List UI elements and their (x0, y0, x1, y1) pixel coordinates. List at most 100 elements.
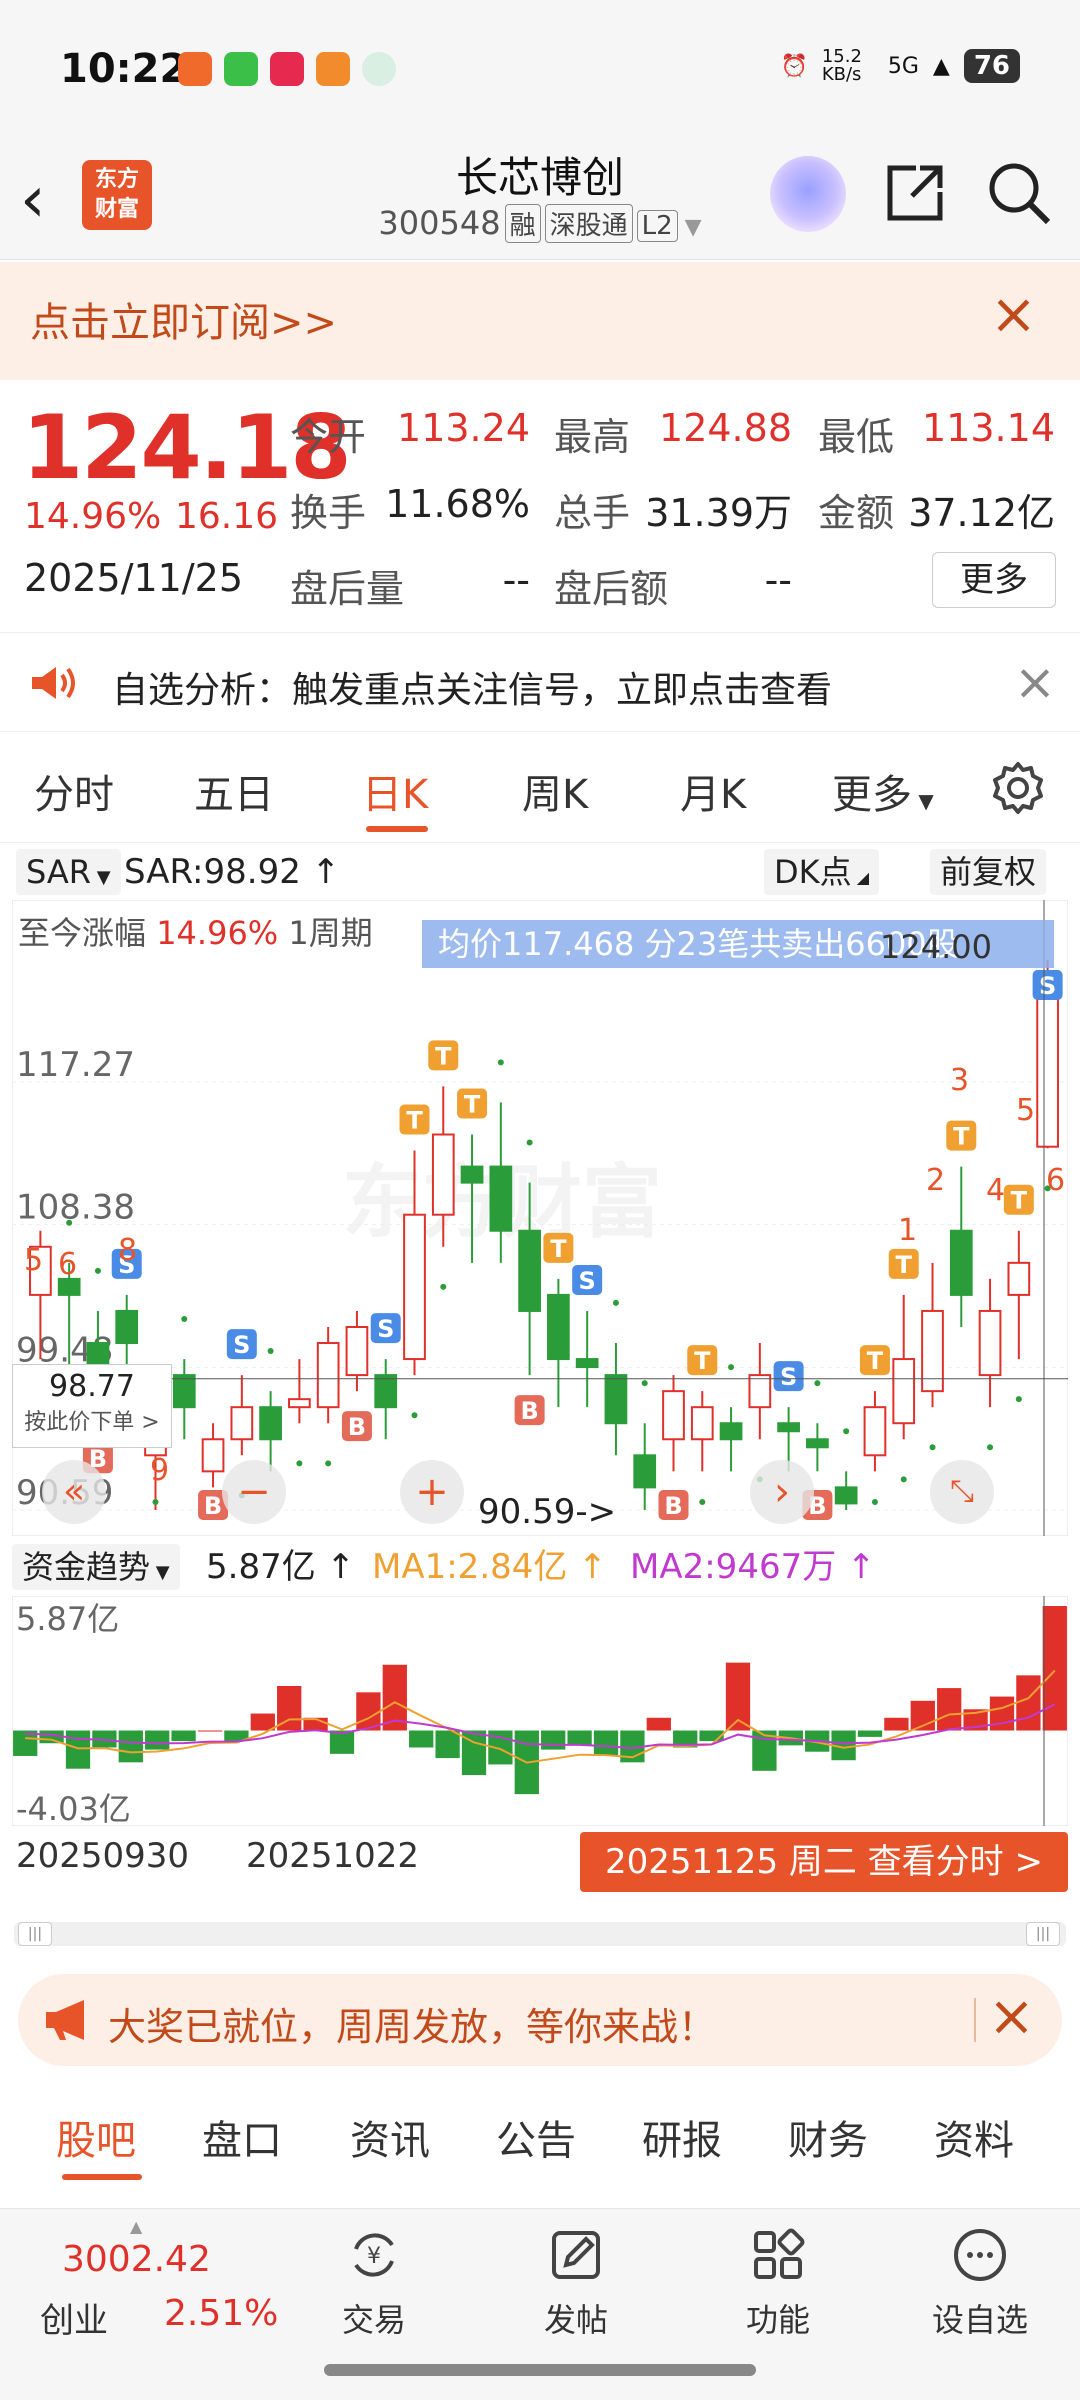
tab-5day[interactable]: 五日 (194, 762, 274, 820)
rewind-button[interactable]: « (42, 1460, 106, 1524)
notice-text[interactable]: 自选分析：触发重点关注信号，立即点击查看 (112, 661, 832, 713)
share-icon[interactable] (880, 158, 950, 228)
fund-bar (567, 1730, 592, 1746)
alarm-icon: ⏰ (780, 53, 808, 79)
signal-marker-label: S (1039, 972, 1056, 1000)
sar-dot (1015, 1396, 1022, 1403)
view-intraday-button[interactable]: 20251125 周二 查看分时 > (580, 1832, 1068, 1892)
subscribe-text[interactable]: 点击立即订阅>> (30, 290, 337, 348)
sar-dot (900, 1476, 907, 1483)
svg-text:¥: ¥ (367, 2244, 381, 2269)
wifi-icon: ▲ (932, 53, 950, 79)
fund-bar (197, 1730, 223, 1732)
signal-marker-label: B (348, 1413, 366, 1441)
close-icon[interactable]: × (988, 1984, 1035, 2049)
gear-icon[interactable] (988, 758, 1048, 818)
y-tick-label: 117.27 (16, 1045, 135, 1085)
low-value: 113.14 (922, 406, 1055, 450)
tab-order-book[interactable]: 盘口 (202, 2108, 282, 2166)
dk-point-toggle[interactable]: DK点 ◢ (764, 849, 880, 895)
candle (374, 1374, 398, 1409)
tab-research[interactable]: 研报 (642, 2108, 722, 2166)
fund-trend-chart[interactable]: 5.87亿 -4.03亿 (12, 1596, 1068, 1826)
index-percent[interactable]: 2.51% (164, 2293, 278, 2334)
low-marker: 90.59-> (478, 1492, 617, 1532)
fund-bar (593, 1730, 619, 1756)
index-name[interactable]: 创业 (40, 2293, 108, 2342)
divider (974, 1998, 976, 2042)
sar-dot (440, 1283, 447, 1290)
sar-dot (699, 1498, 706, 1505)
functions-button[interactable]: 功能 (708, 2225, 848, 2341)
next-button[interactable]: › (750, 1460, 814, 1524)
candle (1007, 1261, 1031, 1296)
candle (892, 1358, 916, 1425)
tab-financials[interactable]: 财务 (788, 2108, 868, 2166)
sar-dot (929, 1444, 936, 1451)
volume-value: 31.39万 (645, 491, 792, 535)
indicator-selector[interactable]: SAR ▼ (16, 849, 121, 895)
tab-forum[interactable]: 股吧 (56, 2108, 136, 2166)
trade-button[interactable]: ¥ 交易 (304, 2225, 444, 2341)
sar-dot (497, 1059, 504, 1066)
sar-dot (66, 1219, 73, 1226)
fund-trend-selector[interactable]: 资金趋势 ▼ (12, 1544, 180, 1590)
add-watchlist-button[interactable]: 设自选 (910, 2225, 1050, 2341)
candle (748, 1374, 772, 1409)
close-icon[interactable]: × (1014, 653, 1056, 711)
subscribe-banner[interactable]: 点击立即订阅>> × (0, 262, 1080, 380)
candle (259, 1406, 282, 1441)
quote-date: 2025/11/25 (24, 556, 244, 600)
tab-intraday[interactable]: 分时 (34, 762, 114, 820)
adjust-selector[interactable]: 前复权 (930, 849, 1047, 895)
sar-dot (152, 1498, 159, 1505)
signal-marker-label: S (780, 1363, 797, 1391)
index-value[interactable]: 3002.42 (62, 2239, 211, 2280)
expand-icon[interactable]: ⤡ (930, 1460, 994, 1524)
tab-announcements[interactable]: 公告 (496, 2108, 576, 2166)
analysis-notice[interactable]: 自选分析：触发重点关注信号，立即点击查看 × (0, 632, 1080, 732)
promo-text[interactable]: 大奖已就位，周周发放，等你来战！ (108, 1996, 716, 2051)
price-order-box[interactable]: 98.77 按此价下单 > (12, 1364, 172, 1448)
signal-marker-label: T (464, 1091, 481, 1119)
signal-marker-label: T (550, 1235, 567, 1263)
count-digit: 1 (898, 1213, 917, 1248)
tab-profile[interactable]: 资料 (934, 2108, 1014, 2166)
candle (115, 1309, 139, 1345)
grid-icon (754, 2228, 805, 2279)
sar-dot (871, 1498, 878, 1505)
scroll-handle-right[interactable]: ||| (1026, 1922, 1060, 1946)
fund-bar (541, 1730, 566, 1750)
tab-daily-k[interactable]: 日K (362, 762, 428, 820)
high-value: 124.88 (659, 406, 792, 450)
search-icon[interactable] (984, 158, 1054, 228)
sar-dot (526, 1139, 533, 1146)
sar-dot (843, 1428, 850, 1435)
candle (662, 1390, 685, 1441)
zoom-in-button[interactable]: + (400, 1460, 464, 1524)
tab-news[interactable]: 资讯 (350, 2108, 430, 2166)
tab-monthly-k[interactable]: 月K (680, 762, 746, 820)
scroll-handle-left[interactable]: ||| (18, 1922, 52, 1946)
candle (316, 1342, 340, 1409)
ai-assistant-icon[interactable] (770, 156, 846, 232)
chart-scrollbar[interactable]: ||| ||| (14, 1922, 1066, 1946)
chart-toolbar: SAR ▼ SAR:98.92 ↑ DK点 ◢ 前复权 (0, 842, 1080, 902)
fund-bar (118, 1730, 143, 1763)
tab-weekly-k[interactable]: 周K (522, 762, 588, 820)
promo-banner[interactable]: 大奖已就位，周周发放，等你来战！ × (18, 1974, 1062, 2066)
more-button[interactable]: 更多 (932, 552, 1056, 608)
sar-dot (325, 1460, 332, 1467)
post-button[interactable]: 发帖 (506, 2225, 646, 2341)
date-start: 20250930 (16, 1836, 190, 1876)
sar-dot (267, 1348, 274, 1355)
zoom-out-button[interactable]: − (222, 1460, 286, 1524)
fund-trend-bar: 资金趋势 ▼ 5.87亿 ↑ MA1:2.84亿 ↑ MA2:9467万 ↑ (0, 1540, 1080, 1596)
content-tabs: 股吧 盘口 资讯 公告 研报 财务 资料 (0, 2084, 1080, 2204)
edit-icon (552, 2231, 600, 2279)
close-icon[interactable]: × (990, 282, 1037, 347)
after-amount-label: 盘后额 (554, 567, 669, 611)
count-digit: 8 (118, 1233, 137, 1268)
tab-more[interactable]: 更多 ▼ (832, 762, 934, 820)
signal-marker-label: T (867, 1347, 884, 1375)
